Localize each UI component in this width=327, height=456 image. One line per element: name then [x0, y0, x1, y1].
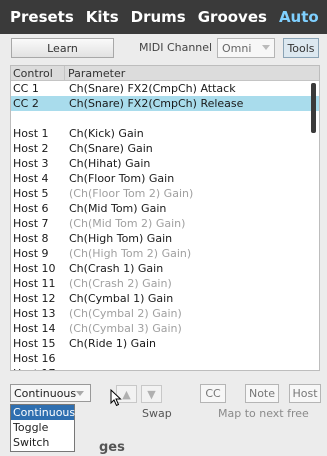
- parameter-cell: Ch(Cymbal 1) Gain: [69, 292, 174, 305]
- nav-auto[interactable]: Auto: [279, 8, 319, 26]
- control-cell: Host 6: [13, 202, 49, 215]
- control-cell: Host 8: [13, 232, 49, 245]
- cc-button[interactable]: CC: [200, 384, 226, 403]
- midi-channel-value: Omni: [222, 41, 252, 55]
- mouse-cursor-icon: [110, 389, 122, 407]
- table-row[interactable]: Host 11 (Ch(Crash 2) Gain): [11, 276, 319, 291]
- control-cell: Host 1: [13, 127, 49, 140]
- table-row[interactable]: Host 14 (Ch(Cymbal 3) Gain): [11, 321, 319, 336]
- parameter-cell: Ch(Floor Tom) Gain: [69, 172, 175, 185]
- table-row[interactable]: CC 2 Ch(Snare) FX2(CmpCh) Release: [11, 96, 319, 111]
- section-heading: ges: [99, 440, 125, 455]
- parameter-cell: Ch(Snare) Gain: [69, 142, 153, 155]
- control-cell: Host 15: [13, 337, 56, 350]
- note-button[interactable]: Note: [245, 384, 279, 403]
- map-next-free-label: Map to next free: [218, 407, 309, 420]
- control-cell: Host 5: [13, 187, 49, 200]
- table-row[interactable]: Host 1 Ch(Kick) Gain: [11, 126, 319, 141]
- midi-channel-select[interactable]: Omni: [217, 38, 275, 58]
- parameter-cell: [66, 351, 69, 366]
- move-down-button[interactable]: ▼: [141, 385, 162, 403]
- table-row[interactable]: Host 8 Ch(High Tom) Gain: [11, 231, 319, 246]
- top-nav: Presets Kits Drums Grooves Auto: [0, 0, 327, 34]
- parameter-cell: Ch(Hihat) Gain: [69, 157, 151, 170]
- control-cell: Host 16: [13, 352, 56, 365]
- control-cell: CC 1: [13, 82, 39, 95]
- nav-drums[interactable]: Drums: [131, 8, 186, 26]
- control-cell: [11, 111, 66, 126]
- control-cell: Host 2: [13, 142, 49, 155]
- table-row[interactable]: Host 15 Ch(Ride 1) Gain: [11, 336, 319, 351]
- parameter-cell: (Ch(High Tom 2) Gain): [69, 247, 192, 260]
- control-cell: CC 2: [13, 97, 39, 110]
- table-header: Control Parameter: [11, 66, 319, 81]
- mode-option-continuous[interactable]: Continuous: [11, 405, 75, 420]
- table-row[interactable]: Host 5 (Ch(Floor Tom 2) Gain): [11, 186, 319, 201]
- table-row[interactable]: Host 16: [11, 351, 319, 366]
- table-row[interactable]: Host 2 Ch(Snare) Gain: [11, 141, 319, 156]
- parameter-cell: Ch(Kick) Gain: [69, 127, 144, 140]
- nav-kits[interactable]: Kits: [86, 8, 119, 26]
- table-row[interactable]: Host 17: [11, 366, 319, 370]
- table-row[interactable]: CC 1 Ch(Snare) FX2(CmpCh) Attack: [11, 81, 319, 96]
- parameter-cell: (Ch(Mid Tom 2) Gain): [69, 217, 186, 230]
- parameter-cell: (Ch(Crash 2) Gain): [69, 277, 172, 290]
- parameter-cell: Ch(Snare) FX2(CmpCh) Attack: [69, 82, 236, 95]
- parameter-cell: [66, 366, 69, 370]
- parameter-cell: Ch(Mid Tom) Gain: [69, 202, 167, 215]
- table-row[interactable]: Host 7 (Ch(Mid Tom 2) Gain): [11, 216, 319, 231]
- table-row[interactable]: Host 4 Ch(Floor Tom) Gain: [11, 171, 319, 186]
- control-cell: Host 12: [13, 292, 56, 305]
- parameter-cell: Ch(Snare) FX2(CmpCh) Release: [69, 97, 244, 110]
- mode-select-value: Continuous: [14, 386, 77, 400]
- table-body: CC 1 Ch(Snare) FX2(CmpCh) Attack CC 2 Ch(Sn…: [11, 81, 319, 370]
- mapping-table: Control Parameter CC 1 Ch(Snare) FX2(CmpC…: [10, 65, 320, 371]
- control-cell: Host 11: [13, 277, 56, 290]
- parameter-cell: Ch(Ride 1) Gain: [69, 337, 156, 350]
- mode-select[interactable]: Continuous: [10, 384, 91, 402]
- midi-channel-label: MIDI Channel: [139, 41, 213, 54]
- control-cell: Host 3: [13, 157, 49, 170]
- control-cell: Host 9: [13, 247, 49, 260]
- down-arrow-icon: ▼: [147, 387, 156, 401]
- control-cell: Host 14: [13, 322, 56, 335]
- mode-option-switch[interactable]: Switch: [11, 435, 74, 450]
- swap-label: Swap: [142, 407, 172, 420]
- table-row[interactable]: Host 13 (Ch(Cymbal 2) Gain): [11, 306, 319, 321]
- column-header-control[interactable]: Control: [11, 66, 65, 81]
- nav-grooves[interactable]: Grooves: [198, 8, 267, 26]
- parameter-cell: (Ch(Cymbal 2) Gain): [69, 307, 182, 320]
- control-cell: Host 7: [13, 217, 49, 230]
- table-row[interactable]: [11, 111, 319, 126]
- parameter-cell: (Ch(Cymbal 3) Gain): [69, 322, 182, 335]
- parameter-cell: Ch(Crash 1) Gain: [69, 262, 164, 275]
- parameter-cell: (Ch(Floor Tom 2) Gain): [69, 187, 194, 200]
- table-row[interactable]: Host 12 Ch(Cymbal 1) Gain: [11, 291, 319, 306]
- table-row[interactable]: Host 3 Ch(Hihat) Gain: [11, 156, 319, 171]
- control-cell: Host 10: [13, 262, 56, 275]
- learn-button[interactable]: Learn: [11, 38, 114, 58]
- control-cell: Host 13: [13, 307, 56, 320]
- mode-dropdown-list: Continuous Toggle Switch: [10, 404, 75, 452]
- mode-option-toggle[interactable]: Toggle: [11, 420, 74, 435]
- nav-presets[interactable]: Presets: [10, 8, 74, 26]
- parameter-cell: Ch(High Tom) Gain: [69, 232, 173, 245]
- tools-button[interactable]: Tools: [283, 38, 319, 58]
- table-row[interactable]: Host 10 Ch(Crash 1) Gain: [11, 261, 319, 276]
- table-row[interactable]: Host 6 Ch(Mid Tom) Gain: [11, 201, 319, 216]
- scrollbar-thumb[interactable]: [311, 83, 316, 133]
- up-arrow-icon: ▲: [122, 387, 131, 401]
- control-cell: Host 17: [11, 366, 66, 370]
- chevron-down-icon: [262, 45, 270, 50]
- control-cell: Host 4: [13, 172, 49, 185]
- parameter-cell: [66, 111, 69, 126]
- chevron-down-icon: [76, 391, 84, 396]
- column-header-parameter[interactable]: Parameter: [65, 66, 125, 81]
- host-button[interactable]: Host: [289, 384, 321, 403]
- table-row[interactable]: Host 9 (Ch(High Tom 2) Gain): [11, 246, 319, 261]
